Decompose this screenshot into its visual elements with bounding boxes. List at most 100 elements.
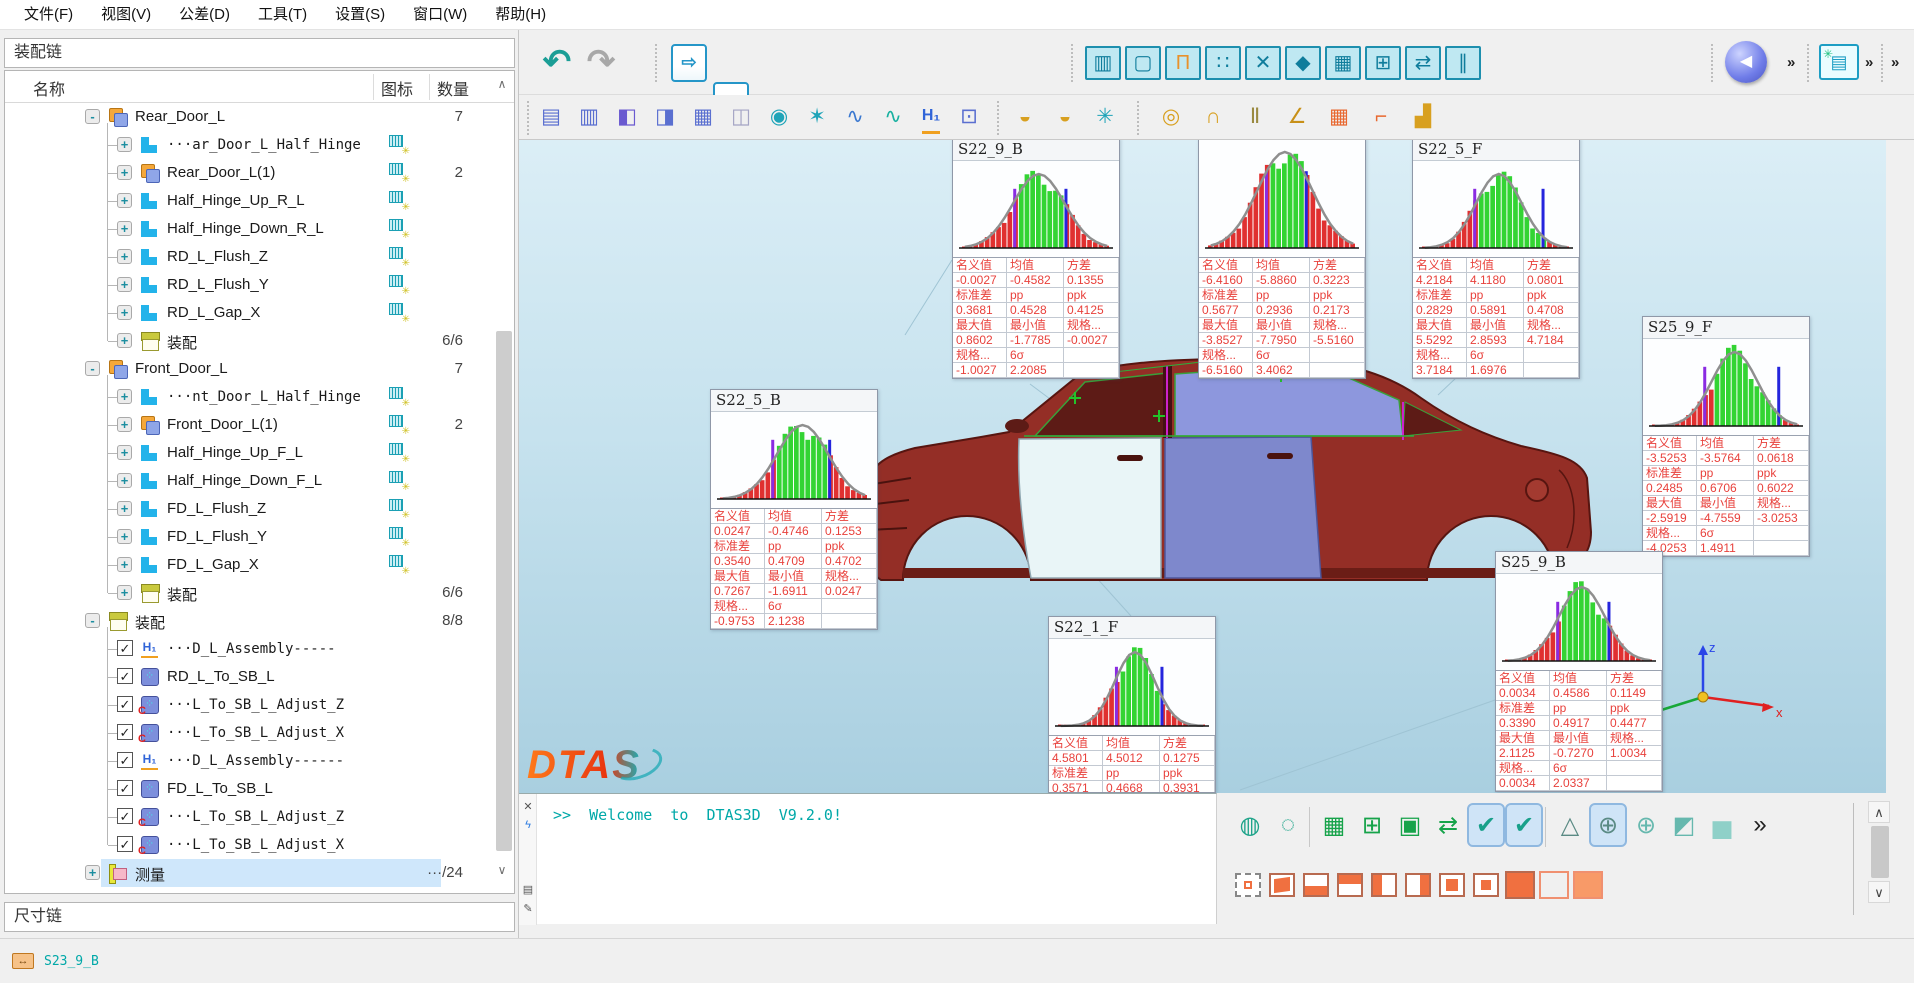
dome-target-icon[interactable]: ⊕ [1629,805,1663,845]
assembly-3d-icon[interactable]: ⊡ [953,101,985,133]
cube-solid-icon[interactable] [1503,865,1537,905]
stat-3d-icon[interactable]: ▟ [1407,101,1439,133]
tree-row[interactable]: +Front_Door_L(1)2 [5,411,493,439]
tol-grid-icon[interactable]: ▦ [1323,101,1355,133]
collapse-icon[interactable]: - [85,613,100,628]
tree-row[interactable]: ✓RD_L_To_SB_L [5,663,493,691]
redo-icon[interactable]: ↷ [581,42,621,82]
tol-plate-3-icon[interactable]: ▦ [687,101,719,133]
close-icon[interactable]: ✕ [519,800,537,813]
toolbar-handle[interactable] [655,44,659,82]
undo-icon[interactable]: ↶ [537,42,577,82]
collapse-icon[interactable]: - [85,361,100,376]
grid-filled-icon[interactable]: ▦ [1317,805,1351,845]
cube-face-front-icon[interactable] [1435,865,1469,905]
stat-panel[interactable]: S22_9_B名义值均值方差-0.0027-0.45820.1355标准差ppp… [952,140,1120,379]
toolbar-handle[interactable] [1881,44,1885,82]
show-entity-icon[interactable]: ◍ [1233,805,1267,845]
tree-checkbox[interactable]: ✓ [117,836,133,852]
expand-icon[interactable]: + [117,137,132,152]
tree-row[interactable]: +Half_Hinge_Up_F_L [5,439,493,467]
expand-icon[interactable]: + [117,193,132,208]
tree-row[interactable]: +Half_Hinge_Down_R_L [5,215,493,243]
menu-item-6[interactable]: 帮助(H) [481,0,560,30]
point-pin-icon[interactable]: ◉ [763,101,795,133]
tree-checkbox[interactable]: ✓ [117,780,133,796]
message-console[interactable]: ✕ ϟ ▤ ✎ >> Welcome to DTAS3D V9.2.0! [519,793,1217,924]
expand-icon[interactable]: + [117,277,132,292]
shape-target-icon[interactable]: ⊕ [1591,805,1625,845]
tree-row[interactable]: +Half_Hinge_Up_R_L [5,187,493,215]
tree-scroll-down-icon[interactable]: ∨ [492,859,512,881]
tolerance-grid-icon[interactable] [389,275,409,295]
tree-checkbox[interactable]: ✓ [117,668,133,684]
tol-cube-1-icon[interactable]: ◧ [611,101,643,133]
corner-target-icon[interactable]: ⌐ [1365,101,1397,133]
playback-button[interactable]: ◀ [1725,41,1767,83]
menu-item-2[interactable]: 公差(D) [165,0,244,30]
hide-entity-icon[interactable]: ◌ [1271,805,1305,845]
polygon-plate-icon[interactable]: ◆ [1285,46,1321,80]
tolerance-grid-icon[interactable] [389,471,409,491]
cube-face-right-icon[interactable] [1401,865,1435,905]
shape-set-icon[interactable]: △ [1553,805,1587,845]
protractor-icon[interactable]: ∩ [1197,101,1229,133]
tree-row[interactable]: -Front_Door_L7 [5,355,493,383]
toolbar-handle[interactable] [1071,44,1075,82]
column-gauge-icon[interactable]: Ⅱ [1239,101,1271,133]
tolerance-grid-icon[interactable] [389,247,409,267]
tolerance-grid-icon[interactable] [389,527,409,547]
tol-cube-2-icon[interactable]: ◨ [649,101,681,133]
toolbar-handle[interactable] [1137,101,1141,135]
menu-item-5[interactable]: 窗口(W) [399,0,481,30]
tree-row[interactable]: +···ar_Door_L_Half_Hinge [5,131,493,159]
tree-row[interactable]: +RD_L_Flush_Z [5,243,493,271]
cube-face-top-icon[interactable] [1333,865,1367,905]
path-nodes-1-icon[interactable]: ∿ [839,101,871,133]
assembly-chain-titlebar[interactable]: 装配链 [4,38,515,68]
tree-row[interactable]: +测量···/24 [5,859,493,887]
drawing-sheet-icon[interactable]: ▤ [1819,44,1859,80]
tree-row[interactable]: +装配6/6 [5,579,493,607]
tree-scroll-up-icon[interactable]: ∧ [492,73,512,95]
scroll-down-icon[interactable]: ∨ [1868,881,1890,903]
tolerance-grid-icon[interactable] [389,443,409,463]
tree-row[interactable]: +装配6/6 [5,327,493,355]
stat-panel[interactable]: S25_9_B名义值均值方差0.00340.45860.1149标准差ppppk… [1495,551,1663,792]
stat-chart-icon[interactable]: ▅ [1705,805,1739,845]
tree-row[interactable]: ✓FD_L_To_SB_L [5,775,493,803]
stat-panel[interactable]: 名义值均值方差-6.4160-5.88600.3223标准差ppppk0.567… [1198,140,1366,379]
stat-panel[interactable]: S22_5_B名义值均值方差0.0247-0.47460.1253标准差pppp… [710,389,878,630]
dimension-chain-titlebar[interactable]: 尺寸链 [4,902,515,932]
car-body[interactable] [861,359,1591,580]
db-sync-2-icon[interactable]: ◒ [1049,101,1081,133]
tolerance-grid-icon[interactable] [389,387,409,407]
menu-item-0[interactable]: 文件(F) [10,0,87,30]
grid-lock-icon[interactable]: ▣ [1393,805,1427,845]
cube-light-icon[interactable] [1571,865,1605,905]
stat-panel-title[interactable]: S25_9_F [1643,317,1809,339]
status-chain-item[interactable]: S23_9_B [44,954,99,969]
tol-plate-1-icon[interactable]: ▤ [535,101,567,133]
collapse-icon[interactable]: - [85,109,100,124]
expand-icon[interactable]: + [117,585,132,600]
column-name[interactable]: 名称 [33,76,65,100]
parallel-planes-icon[interactable]: ∥ [1445,46,1481,80]
scrollbar-thumb[interactable] [1871,826,1889,878]
expand-icon[interactable]: + [117,389,132,404]
iso-cube-icon[interactable] [1265,865,1299,905]
menu-item-4[interactable]: 设置(S) [321,0,399,30]
stat-panel[interactable]: S22_1_F名义值均值方差4.58014.50120.1275标准差ppppk… [1048,616,1216,793]
3d-viewport[interactable]: z x y DTAS S22_9_B名义值均值方差-0.0027-0.45820… [519,140,1886,793]
tree-scrollbar-thumb[interactable] [496,331,512,851]
tree-row[interactable]: +RD_L_Gap_X [5,299,493,327]
tree-row[interactable]: +···nt_Door_L_Half_Hinge [5,383,493,411]
tree-row[interactable]: +FD_L_Flush_Y [5,523,493,551]
pin-table-icon[interactable]: Π [1165,46,1201,80]
overflow[interactable]: » [1743,805,1777,845]
tree-checkbox[interactable]: ✓ [117,696,133,712]
verify-b-icon[interactable]: ✔ [1507,805,1541,845]
t-plane-icon[interactable]: ◩ [1667,805,1701,845]
command-icon[interactable]: ϟ [519,819,537,831]
tree-row[interactable]: +RD_L_Flush_Y [5,271,493,299]
